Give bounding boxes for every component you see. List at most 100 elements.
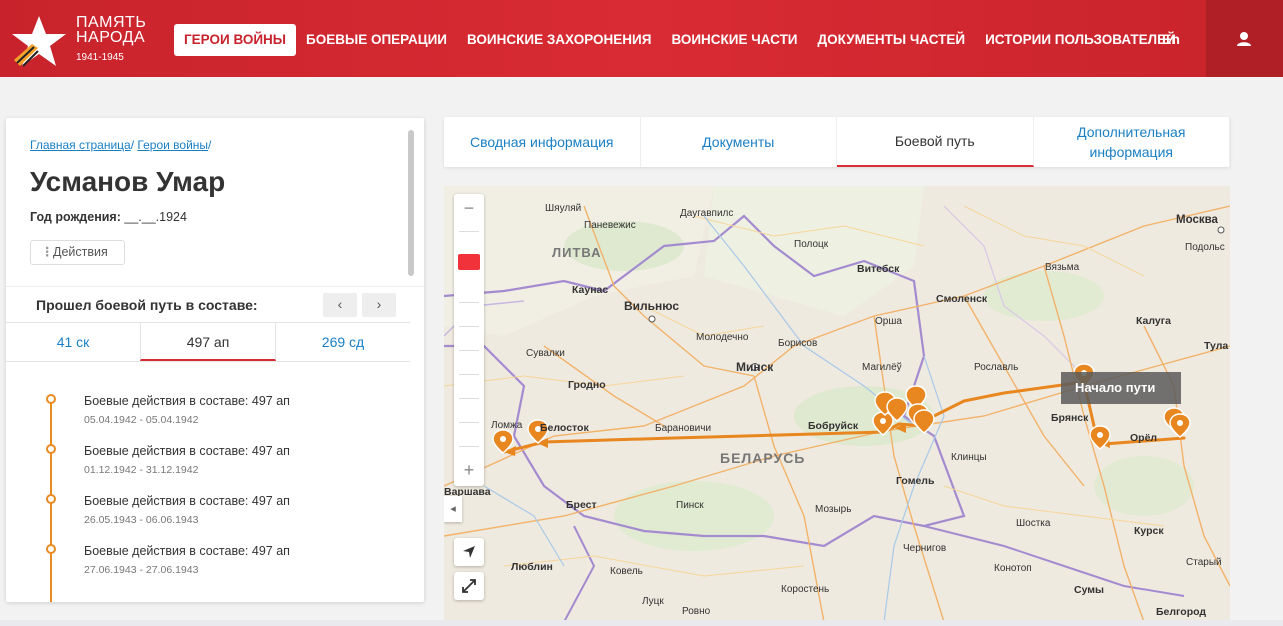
scrollbar[interactable] [408,130,414,276]
breadcrumb-heroes[interactable]: Герои войны [137,138,208,152]
map-label-city: Вязьма [1045,262,1080,273]
map-label-city: Барановичи [655,423,712,434]
main-nav: ГЕРОИ ВОЙНЫ БОЕВЫЕ ОПЕРАЦИИ ВОИНСКИЕ ЗАХ… [174,24,1186,56]
tab-summary[interactable]: Сводная информация [444,117,641,167]
birth-label: Год рождения: [30,210,121,224]
map-label-city: Луцк [642,596,664,607]
map-label-city: Рославль [974,362,1019,373]
map-label-city: Паневежис [584,220,636,231]
actions-label: Действия [53,245,108,259]
map-label-city: Белосток [540,422,589,434]
map-label-city: Минск [736,360,774,374]
map-label-city: Москва [1176,214,1218,226]
map-label-city: Полоцк [794,239,829,250]
page-bottom-strip [0,620,1283,626]
birth-value: __.__.1924 [124,210,187,224]
prev-unit-button[interactable]: ‹ [323,293,357,317]
timeline-item[interactable]: Боевые действия в составе: 497 ап 05.04.… [6,380,410,430]
timeline-item[interactable]: Боевые действия в составе: 497 ап 26.05.… [6,480,410,530]
chevron-left-icon: ‹ [337,296,343,312]
chevron-right-icon: › [376,296,382,312]
zoom-tick [459,302,479,303]
map-label-city: Магилёў [862,362,902,373]
zoom-tick [459,398,479,399]
timeline-dot [46,544,56,554]
map-label-city: Витебск [857,263,900,275]
zoom-tick [459,231,479,232]
map-label-belarus: БЕЛАРУСЬ [720,450,806,466]
map-label-city: Вильнюс [624,299,680,313]
map-label-city: Орёл [1130,432,1158,444]
map-label-city: Белгород [1156,606,1207,618]
timeline-title: Боевые действия в составе: 497 ап [84,494,290,508]
map-label-city: Подольс [1185,242,1225,253]
hero-card: Главная страница/ Герои войны/ Усманов У… [6,118,424,602]
timeline-item[interactable]: Боевые действия в составе: 497 ап 01.12.… [6,430,410,480]
zoom-in-button[interactable]: + [454,458,484,482]
breadcrumb-separator: / [130,138,135,152]
logo[interactable]: ПАМЯТЬ НАРОДА 1941-1945 [8,12,158,68]
map-label-lithuania: ЛИТВА [552,245,602,260]
tab-battle-path[interactable]: Боевой путь [837,117,1034,167]
timeline-title: Боевые действия в составе: 497 ап [84,544,290,558]
map-label-city: Молодечно [696,332,749,343]
more-vertical-icon: ⋮ [41,245,54,259]
zoom-tick [459,374,479,375]
battle-path-map[interactable]: ЛИТВА БЕЛАРУСЬ Шяуляй Паневежис Даугавпи… [444,186,1230,622]
timeline-title: Боевые действия в составе: 497 ап [84,444,290,458]
collapse-panel-button[interactable]: ◂ [444,496,462,522]
map-label-city: Клинцы [951,452,987,463]
breadcrumb-home[interactable]: Главная страница [30,138,131,152]
map-label-city: Сумы [1074,584,1105,596]
zoom-out-button[interactable]: − [454,196,484,220]
zoom-control[interactable]: − + [454,194,484,486]
map-label-city: Чернигов [903,543,947,554]
map-label-city: Ровно [682,606,711,617]
timeline-date: 01.12.1942 - 31.12.1942 [84,464,199,476]
breadcrumb-separator: / [208,138,212,152]
logo-line-2: НАРОДА [76,29,146,46]
timeline-dot [46,494,56,504]
zoom-level-handle[interactable] [458,254,480,270]
zoom-tick [459,326,479,327]
locate-arrow-icon [463,546,475,558]
timeline-dot [46,444,56,454]
map-label-city: Каунас [572,284,609,296]
timeline-title: Боевые действия в составе: 497 ап [84,394,290,408]
composition-label: Прошел боевой путь в составе: [36,297,258,313]
zoom-tick [459,350,479,351]
map-label-city: Борисов [778,338,818,349]
star-ribbon-logo-icon [12,16,66,67]
timeline-item[interactable]: Боевые действия в составе: 497 ап 27.06.… [6,530,410,580]
tab-documents[interactable]: Документы [641,117,837,167]
user-account-button[interactable] [1206,0,1283,77]
map-label-city: Гродно [568,379,606,391]
language-switch[interactable]: En [1162,31,1180,47]
birth-year: Год рождения: __.__.1924 [30,210,187,224]
zoom-tick [459,422,479,423]
nav-operations[interactable]: БОЕВЫЕ ОПЕРАЦИИ [296,24,457,56]
timeline-dot [46,394,56,404]
map-label-city: Коростень [781,584,830,595]
nav-burials[interactable]: ВОИНСКИЕ ЗАХОРОНЕНИЯ [457,24,661,56]
actions-button[interactable]: ⋮ Действия [30,240,125,265]
locate-button[interactable] [454,538,484,566]
unit-tab-41-sk[interactable]: 41 ск [6,323,140,361]
nav-unit-documents[interactable]: ДОКУМЕНТЫ ЧАСТЕЙ [808,24,976,56]
nav-units[interactable]: ВОИНСКИЕ ЧАСТИ [661,24,807,56]
fullscreen-button[interactable] [454,572,484,600]
tab-additional-info[interactable]: Дополнительная информация [1034,117,1230,167]
timeline-date: 05.04.1942 - 05.04.1942 [84,414,199,426]
map-label-city: Бобруйск [808,420,859,432]
map-label-city: Смоленск [936,293,988,305]
nav-user-stories[interactable]: ИСТОРИИ ПОЛЬЗОВАТЕЛЕЙ [975,24,1186,56]
page-title: Усманов Умар [30,166,226,197]
map-label-city: Конотоп [994,563,1032,574]
next-unit-button[interactable]: › [362,293,396,317]
nav-heroes[interactable]: ГЕРОИ ВОЙНЫ [174,24,297,56]
map-label-city: Калуга [1136,315,1171,327]
unit-tab-269-sd[interactable]: 269 сд [276,323,410,361]
logo-years: 1941-1945 [76,52,124,63]
unit-tab-497-ap[interactable]: 497 ап [140,323,276,361]
unit-tabs: 41 ск 497 ап 269 сд [6,322,410,362]
